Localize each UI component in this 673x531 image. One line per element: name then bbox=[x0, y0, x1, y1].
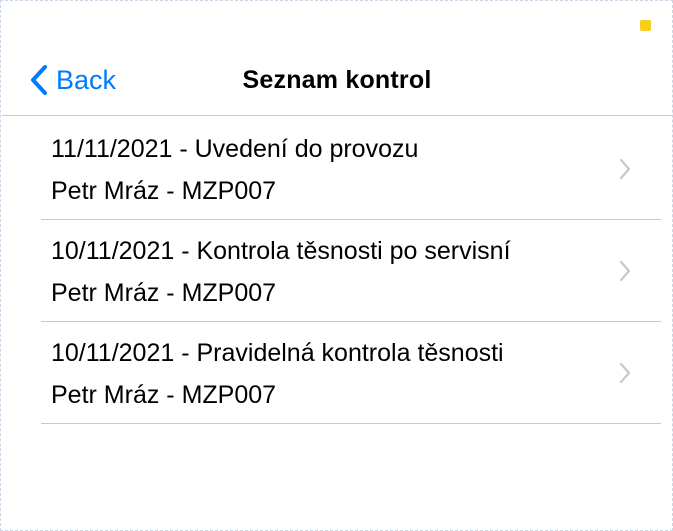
list-item-subtitle: Petr Mráz - MZP007 bbox=[51, 177, 277, 205]
list-item-subtitle: Petr Mráz - MZP007 bbox=[51, 279, 277, 307]
list-item-title: 10/11/2021 - Pravidelná kontrola těsnost… bbox=[51, 339, 504, 367]
chevron-right-icon bbox=[619, 362, 631, 384]
navigation-bar: Back Seznam kontrol bbox=[2, 49, 672, 116]
screen-frame: Back Seznam kontrol 11/11/2021 - Uvedení… bbox=[0, 0, 673, 531]
status-indicator bbox=[640, 20, 651, 31]
list-item[interactable]: 10/11/2021 - Kontrola těsnosti po servis… bbox=[41, 220, 661, 322]
list-item-title: 11/11/2021 - Uvedení do provozu bbox=[51, 135, 419, 163]
chevron-right-icon bbox=[619, 158, 631, 180]
list-item-title: 10/11/2021 - Kontrola těsnosti po servis… bbox=[51, 237, 511, 265]
list-item[interactable]: 11/11/2021 - Uvedení do provozu Petr Mrá… bbox=[41, 118, 661, 220]
page-title: Seznam kontrol bbox=[242, 66, 432, 94]
list-item-subtitle: Petr Mráz - MZP007 bbox=[51, 381, 277, 409]
inspection-list: 11/11/2021 - Uvedení do provozu Petr Mrá… bbox=[41, 118, 661, 424]
chevron-right-icon bbox=[619, 260, 631, 282]
list-item[interactable]: 10/11/2021 - Pravidelná kontrola těsnost… bbox=[41, 322, 661, 424]
